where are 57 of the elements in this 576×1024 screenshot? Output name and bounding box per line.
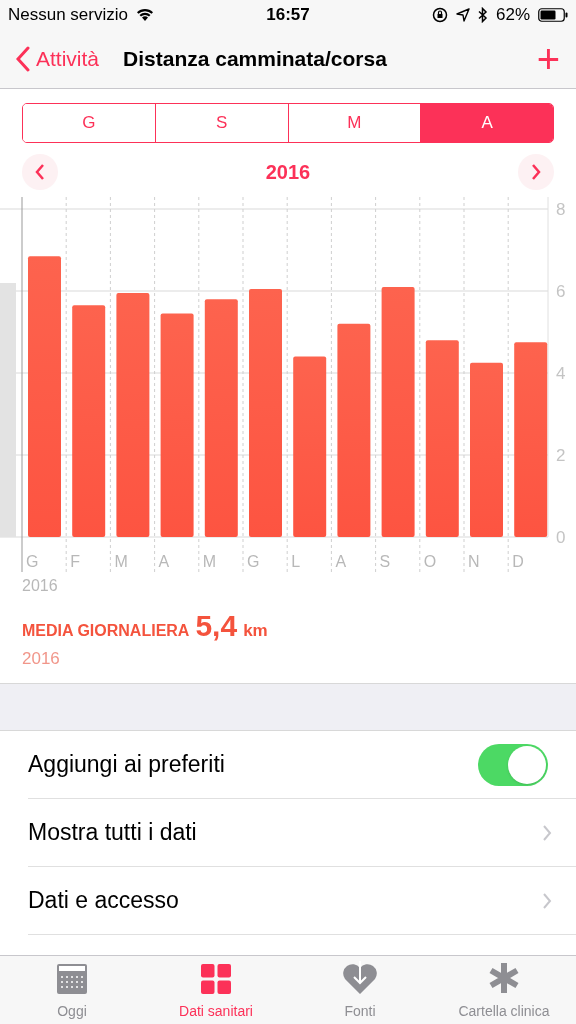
axis-label: G bbox=[247, 553, 260, 570]
settings-row[interactable]: Dati e accesso bbox=[28, 867, 576, 935]
axis-label: M bbox=[114, 553, 128, 570]
page-title: Distanza camminata/corsa bbox=[123, 46, 388, 73]
back-chevron-icon bbox=[16, 46, 30, 72]
axis-label: D bbox=[512, 553, 524, 570]
axis-label: S bbox=[379, 553, 391, 570]
axis-label: N bbox=[468, 553, 480, 570]
axis-label: A bbox=[335, 553, 347, 570]
tab-bar-item[interactable]: Dati sanitari bbox=[144, 956, 288, 1024]
axis-label: 6 bbox=[556, 282, 566, 301]
axis-label: 0 bbox=[556, 528, 566, 547]
settings-row[interactable]: Mostra tutti i dati bbox=[28, 799, 576, 867]
row-label: Aggiungi ai preferiti bbox=[28, 750, 226, 780]
toggle-switch[interactable] bbox=[478, 743, 548, 786]
axis-label: A bbox=[158, 553, 170, 570]
calendar-icon bbox=[56, 963, 88, 995]
bluetooth-icon bbox=[477, 7, 488, 23]
rotation-lock-icon bbox=[431, 7, 448, 23]
axis-label: M bbox=[202, 553, 217, 570]
settings-row[interactable]: Aggiungi ai preferiti bbox=[28, 731, 576, 799]
previous-button[interactable] bbox=[22, 154, 58, 190]
location-icon bbox=[455, 8, 470, 22]
grid-icon bbox=[200, 963, 232, 995]
axis-label: 2 bbox=[556, 446, 566, 465]
axis-label: G bbox=[26, 553, 39, 570]
chevron-right-icon bbox=[542, 823, 552, 842]
row-label: Dati e accesso bbox=[28, 886, 180, 916]
summary-period: 2016 bbox=[22, 647, 61, 670]
year-label: 2016 bbox=[22, 577, 58, 594]
tab-bar-item[interactable]: Cartella clinica bbox=[432, 956, 576, 1024]
row-label: Mostra tutti i dati bbox=[28, 818, 198, 848]
asterisk-icon bbox=[487, 961, 521, 995]
segment-tab[interactable]: A bbox=[420, 104, 553, 142]
summary-value: 5,4 bbox=[195, 611, 238, 641]
battery-icon bbox=[538, 8, 568, 22]
axis-label: 8 bbox=[556, 200, 566, 219]
summary-unit: km bbox=[243, 620, 268, 642]
clock-text: 16:57 bbox=[265, 4, 311, 27]
tab-bar-item[interactable]: Oggi bbox=[0, 956, 144, 1024]
axis-label: 4 bbox=[556, 364, 566, 383]
chevron-left-icon bbox=[35, 163, 45, 181]
wifi-icon bbox=[136, 8, 154, 22]
axis-label: F bbox=[70, 553, 80, 570]
add-button[interactable]: + bbox=[536, 39, 560, 79]
axis-label: O bbox=[423, 553, 437, 570]
chevron-right-icon bbox=[531, 163, 541, 181]
chevron-right-icon bbox=[542, 891, 552, 910]
period-label: 2016 bbox=[265, 160, 311, 185]
tab-bar-item[interactable]: Fonti bbox=[288, 956, 432, 1024]
summary-label: MEDIA GIORNALIERA bbox=[22, 621, 190, 641]
heart-icon bbox=[342, 961, 378, 995]
battery-text: 62% bbox=[495, 4, 530, 27]
carrier-text: Nessun servizio bbox=[8, 4, 128, 27]
back-button[interactable]: Attività bbox=[16, 43, 100, 75]
axis-label: L bbox=[291, 553, 301, 570]
next-button[interactable] bbox=[518, 154, 554, 190]
